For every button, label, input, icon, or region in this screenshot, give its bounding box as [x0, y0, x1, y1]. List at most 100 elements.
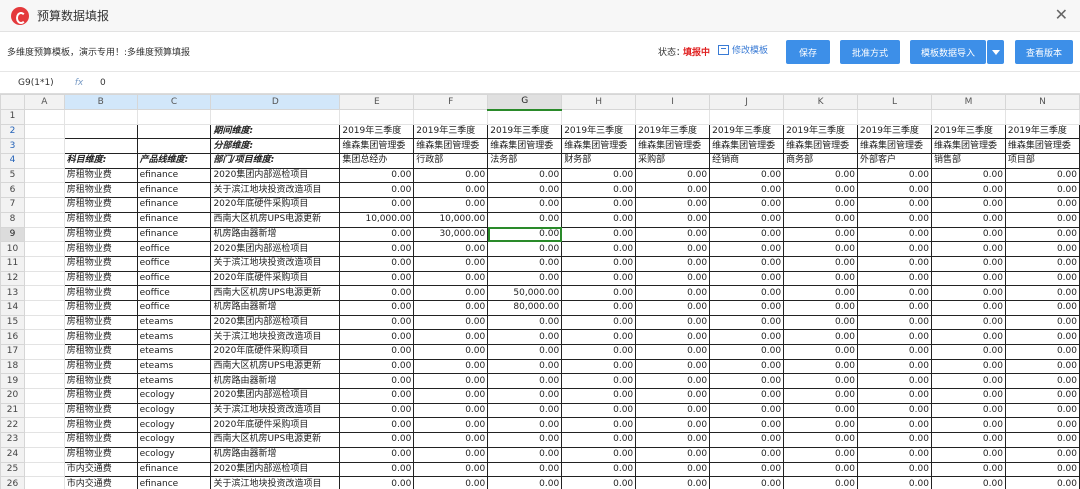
project-cell[interactable]: 机房路由器新增	[210, 446, 341, 463]
subject-cell[interactable]: 市内交通费	[63, 476, 138, 489]
row-header[interactable]: 11	[0, 255, 25, 272]
division-cell[interactable]: 维森集团管理委	[783, 138, 859, 155]
product-line-cell[interactable]: efinance	[136, 476, 212, 489]
value-cell[interactable]: 0.00	[783, 255, 859, 272]
value-cell[interactable]: 0.00	[1004, 226, 1080, 243]
value-cell[interactable]: 0.00	[487, 344, 563, 360]
value-cell[interactable]: 0.00	[857, 285, 932, 301]
spreadsheet[interactable]: A B C D E F G H I J K L M N 1 2 期间维度: 2019年三季度 2019年三季度 201…	[0, 94, 1080, 489]
value-cell[interactable]: 0.00	[709, 299, 785, 316]
value-cell[interactable]: 0.00	[339, 314, 415, 331]
value-cell[interactable]: 0.00	[487, 182, 563, 199]
period-cell[interactable]: 2019年三季度	[1004, 123, 1080, 140]
grid-cell[interactable]	[23, 197, 65, 213]
value-cell[interactable]: 0.00	[709, 241, 785, 257]
value-cell[interactable]: 0.00	[857, 167, 932, 184]
value-cell[interactable]: 0.00	[487, 373, 563, 390]
value-cell[interactable]: 0.00	[930, 446, 1006, 463]
value-cell[interactable]: 0.00	[783, 270, 859, 287]
value-cell[interactable]: 0.00	[635, 344, 711, 360]
value-cell[interactable]: 0.00	[635, 167, 711, 184]
grid-cell[interactable]	[561, 109, 637, 125]
value-cell[interactable]: 0.00	[783, 344, 859, 360]
grid-cell[interactable]	[210, 109, 341, 125]
row-header[interactable]: 26	[0, 476, 25, 489]
value-cell[interactable]: 0.00	[930, 167, 1006, 184]
value-cell[interactable]: 0.00	[709, 167, 785, 184]
value-cell[interactable]: 0.00	[857, 358, 932, 375]
value-cell[interactable]: 0.00	[561, 270, 637, 287]
value-cell[interactable]: 0.00	[857, 446, 932, 463]
value-cell[interactable]: 0.00	[709, 314, 785, 331]
value-cell[interactable]: 0.00	[487, 197, 563, 213]
column-header-c[interactable]: C	[136, 94, 212, 110]
grid-cell[interactable]	[23, 167, 65, 184]
value-cell[interactable]: 0.00	[413, 255, 489, 272]
value-cell[interactable]: 0.00	[709, 329, 785, 345]
value-cell[interactable]: 0.00	[339, 270, 415, 287]
grid-cell[interactable]	[783, 109, 859, 125]
value-cell[interactable]: 0.00	[339, 432, 415, 448]
row-header[interactable]: 6	[0, 182, 25, 199]
division-cell[interactable]: 维森集团管理委	[339, 138, 415, 155]
row-header[interactable]: 4	[0, 153, 25, 169]
approve-method-button[interactable]: 批准方式	[840, 40, 900, 64]
value-cell[interactable]: 0.00	[857, 255, 932, 272]
division-cell[interactable]: 维森集团管理委	[635, 138, 711, 155]
grid-cell[interactable]	[23, 226, 65, 243]
value-cell[interactable]: 0.00	[487, 476, 563, 489]
product-line-cell[interactable]: eoffice	[136, 299, 212, 316]
value-cell[interactable]: 0.00	[1004, 270, 1080, 287]
column-header-n[interactable]: N	[1004, 94, 1080, 110]
value-cell[interactable]: 0.00	[783, 446, 859, 463]
product-line-cell[interactable]: eoffice	[136, 255, 212, 272]
value-cell[interactable]: 0.00	[487, 432, 563, 448]
department-cell[interactable]: 采购部	[635, 153, 711, 169]
period-cell[interactable]: 2019年三季度	[413, 123, 489, 140]
row-header[interactable]: 22	[0, 417, 25, 434]
subject-cell[interactable]: 房租物业费	[63, 167, 138, 184]
department-cell[interactable]: 法务部	[487, 153, 563, 169]
division-cell[interactable]: 维森集团管理委	[561, 138, 637, 155]
row-header[interactable]: 12	[0, 270, 25, 287]
product-line-cell[interactable]: eoffice	[136, 285, 212, 301]
value-cell[interactable]: 0.00	[930, 417, 1006, 434]
column-header-k[interactable]: K	[783, 94, 859, 110]
grid-cell[interactable]	[23, 461, 65, 478]
grid-cell[interactable]	[23, 299, 65, 316]
division-cell[interactable]: 维森集团管理委	[487, 138, 563, 155]
value-cell[interactable]: 0.00	[857, 476, 932, 489]
product-line-cell[interactable]: efinance	[136, 197, 212, 213]
value-cell[interactable]: 0.00	[561, 432, 637, 448]
value-cell[interactable]: 0.00	[930, 270, 1006, 287]
grid-cell[interactable]	[487, 109, 563, 125]
value-cell[interactable]: 0.00	[930, 241, 1006, 257]
period-cell[interactable]: 2019年三季度	[339, 123, 415, 140]
value-cell[interactable]: 0.00	[709, 255, 785, 272]
value-cell[interactable]: 0.00	[561, 167, 637, 184]
value-cell[interactable]: 0.00	[487, 329, 563, 345]
value-cell[interactable]: 0.00	[561, 182, 637, 199]
row-header[interactable]: 16	[0, 329, 25, 345]
value-cell[interactable]: 0.00	[857, 270, 932, 287]
column-header-j[interactable]: J	[709, 94, 785, 110]
department-cell[interactable]: 商务部	[783, 153, 859, 169]
grid-cell[interactable]	[23, 476, 65, 489]
value-cell[interactable]: 0.00	[1004, 167, 1080, 184]
value-cell[interactable]: 0.00	[561, 211, 637, 228]
product-line-cell[interactable]: eoffice	[136, 270, 212, 287]
value-cell[interactable]: 0.00	[857, 226, 932, 243]
value-cell[interactable]: 0.00	[930, 314, 1006, 331]
value-cell[interactable]: 0.00	[857, 461, 932, 478]
subject-cell[interactable]: 市内交通费	[63, 461, 138, 478]
value-cell[interactable]: 0.00	[339, 241, 415, 257]
subject-cell[interactable]: 房租物业费	[63, 270, 138, 287]
value-cell[interactable]: 0.00	[635, 241, 711, 257]
grid-cell[interactable]	[23, 153, 65, 169]
value-cell[interactable]: 0.00	[487, 167, 563, 184]
import-dropdown-chevron-icon[interactable]	[987, 40, 1004, 64]
value-cell[interactable]: 0.00	[857, 314, 932, 331]
grid-cell[interactable]	[23, 109, 65, 125]
value-cell[interactable]: 0.00	[709, 417, 785, 434]
row-header[interactable]: 24	[0, 446, 25, 463]
